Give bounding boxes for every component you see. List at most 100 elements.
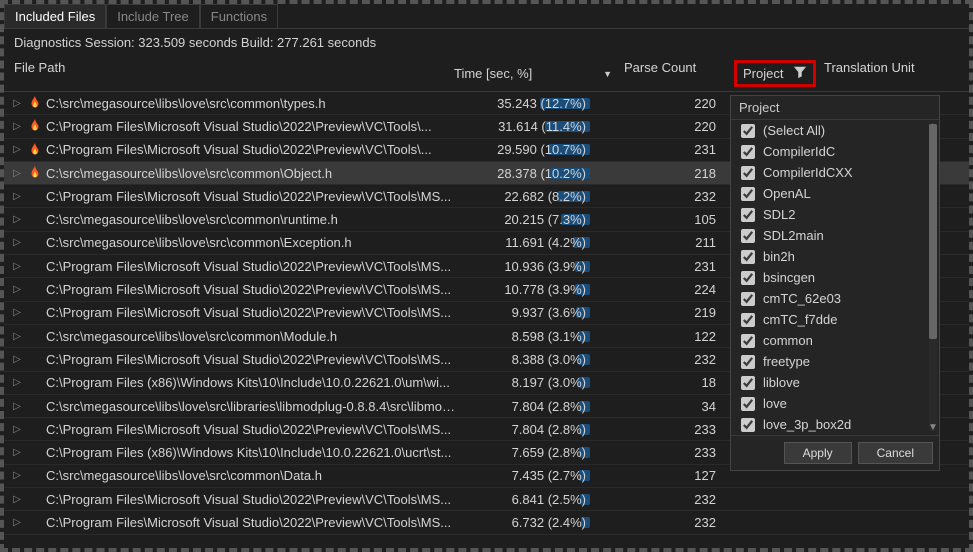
parse-count: 105	[626, 212, 736, 227]
time-value: 10.936 (3.9%)	[504, 259, 586, 274]
expand-icon[interactable]: ▷	[10, 447, 24, 458]
header-time-label: Time [sec, %]	[454, 66, 532, 81]
parse-count: 220	[626, 96, 736, 111]
tab-include-tree[interactable]: Include Tree	[106, 4, 200, 28]
parse-count: 233	[626, 422, 736, 437]
expand-icon[interactable]: ▷	[10, 470, 24, 481]
filter-option[interactable]: (Select All)	[731, 120, 939, 141]
expand-icon[interactable]: ▷	[10, 354, 24, 365]
dropdown-title: Project	[731, 96, 939, 120]
filter-option[interactable]: CompilerIdC	[731, 141, 939, 162]
scroll-down-icon[interactable]: ▼	[928, 423, 938, 433]
filter-option[interactable]: CompilerIdCXX	[731, 162, 939, 183]
header-file-path[interactable]: File Path	[4, 60, 454, 87]
expand-icon[interactable]: ▷	[10, 261, 24, 272]
filter-option[interactable]: OpenAL	[731, 183, 939, 204]
expand-icon[interactable]: ▷	[10, 237, 24, 248]
expand-icon[interactable]: ▷	[10, 98, 24, 109]
filter-option[interactable]: cmTC_f7dde	[731, 309, 939, 330]
expand-icon[interactable]: ▷	[10, 401, 24, 412]
time-cell: 35.243 (12.7%)	[456, 96, 626, 111]
filter-option-label: liblove	[763, 375, 800, 390]
fire-icon	[27, 118, 43, 134]
header-project[interactable]: Project	[734, 60, 824, 87]
filter-checkbox[interactable]	[741, 187, 755, 201]
header-translation-unit[interactable]: Translation Unit	[824, 60, 969, 87]
file-path: C:\Program Files\Microsoft Visual Studio…	[46, 352, 456, 367]
file-path: C:\src\megasource\libs\love\src\common\D…	[46, 468, 456, 483]
parse-count: 232	[626, 352, 736, 367]
parse-count: 122	[626, 329, 736, 344]
expand-icon[interactable]: ▷	[10, 191, 24, 202]
project-filter-highlight: Project	[734, 60, 816, 87]
time-value: 8.388 (3.0%)	[512, 352, 586, 367]
time-value: 20.215 (7.3%)	[504, 212, 586, 227]
filter-option[interactable]: bsincgen	[731, 267, 939, 288]
expand-icon[interactable]: ▷	[10, 424, 24, 435]
expand-icon[interactable]: ▷	[10, 144, 24, 155]
filter-option[interactable]: cmTC_62e03	[731, 288, 939, 309]
filter-option[interactable]: liblove	[731, 372, 939, 393]
filter-checkbox[interactable]	[741, 124, 755, 138]
file-path: C:\Program Files\Microsoft Visual Studio…	[46, 492, 456, 507]
expand-icon[interactable]: ▷	[10, 377, 24, 388]
file-path: C:\src\megasource\libs\love\src\common\O…	[46, 166, 456, 181]
filter-option-label: OpenAL	[763, 186, 811, 201]
time-value: 22.682 (8.2%)	[504, 189, 586, 204]
expand-icon[interactable]: ▷	[10, 284, 24, 295]
filter-option[interactable]: love	[731, 393, 939, 414]
filter-checkbox[interactable]	[741, 145, 755, 159]
expand-icon[interactable]: ▷	[10, 168, 24, 179]
filter-checkbox[interactable]	[741, 397, 755, 411]
table-row[interactable]: ▷ C:\Program Files\Microsoft Visual Studi…	[4, 488, 969, 511]
filter-checkbox[interactable]	[741, 376, 755, 390]
filter-option-label: love	[763, 396, 787, 411]
time-cell: 10.936 (3.9%)	[456, 259, 626, 274]
filter-option-label: love_3p_box2d	[763, 417, 851, 432]
filter-option-label: bin2h	[763, 249, 795, 264]
filter-checkbox[interactable]	[741, 313, 755, 327]
filter-option[interactable]: bin2h	[731, 246, 939, 267]
filter-checkbox[interactable]	[741, 271, 755, 285]
tab-functions[interactable]: Functions	[200, 4, 278, 28]
time-value: 6.841 (2.5%)	[512, 492, 586, 507]
expand-icon[interactable]: ▷	[10, 331, 24, 342]
expand-icon[interactable]: ▷	[10, 517, 24, 528]
cancel-button[interactable]: Cancel	[858, 442, 933, 464]
filter-checkbox[interactable]	[741, 418, 755, 432]
time-value: 11.691 (4.2%)	[505, 235, 586, 250]
apply-button[interactable]: Apply	[784, 442, 852, 464]
parse-count: 232	[626, 189, 736, 204]
header-parse-count[interactable]: Parse Count	[624, 60, 734, 87]
expand-icon[interactable]: ▷	[10, 307, 24, 318]
time-cell: 7.804 (2.8%)	[456, 422, 626, 437]
parse-count: 211	[626, 235, 736, 250]
filter-option[interactable]: SDL2main	[731, 225, 939, 246]
filter-checkbox[interactable]	[741, 250, 755, 264]
filter-checkbox[interactable]	[741, 229, 755, 243]
scrollbar-track[interactable]	[929, 124, 937, 431]
filter-checkbox[interactable]	[741, 208, 755, 222]
scrollbar-thumb[interactable]	[929, 124, 937, 339]
filter-option[interactable]: freetype	[731, 351, 939, 372]
filter-option[interactable]: SDL2	[731, 204, 939, 225]
filter-icon[interactable]	[793, 65, 807, 82]
parse-count: 218	[626, 166, 736, 181]
header-time[interactable]: Time [sec, %] ▼	[454, 60, 624, 87]
filter-checkbox[interactable]	[741, 166, 755, 180]
parse-count: 231	[626, 142, 736, 157]
filter-checkbox[interactable]	[741, 355, 755, 369]
filter-checkbox[interactable]	[741, 334, 755, 348]
filter-option[interactable]: love_3p_box2d	[731, 414, 939, 435]
expand-icon[interactable]: ▷	[10, 494, 24, 505]
filter-checkbox[interactable]	[741, 292, 755, 306]
filter-option-label: cmTC_f7dde	[763, 312, 837, 327]
file-path: C:\Program Files\Microsoft Visual Studio…	[46, 515, 456, 530]
parse-count: 231	[626, 259, 736, 274]
expand-icon[interactable]: ▷	[10, 121, 24, 132]
filter-option[interactable]: common	[731, 330, 939, 351]
table-row[interactable]: ▷ C:\Program Files\Microsoft Visual Studi…	[4, 511, 969, 534]
expand-icon[interactable]: ▷	[10, 214, 24, 225]
tab-included-files[interactable]: Included Files	[4, 4, 106, 28]
filter-option-label: common	[763, 333, 813, 348]
